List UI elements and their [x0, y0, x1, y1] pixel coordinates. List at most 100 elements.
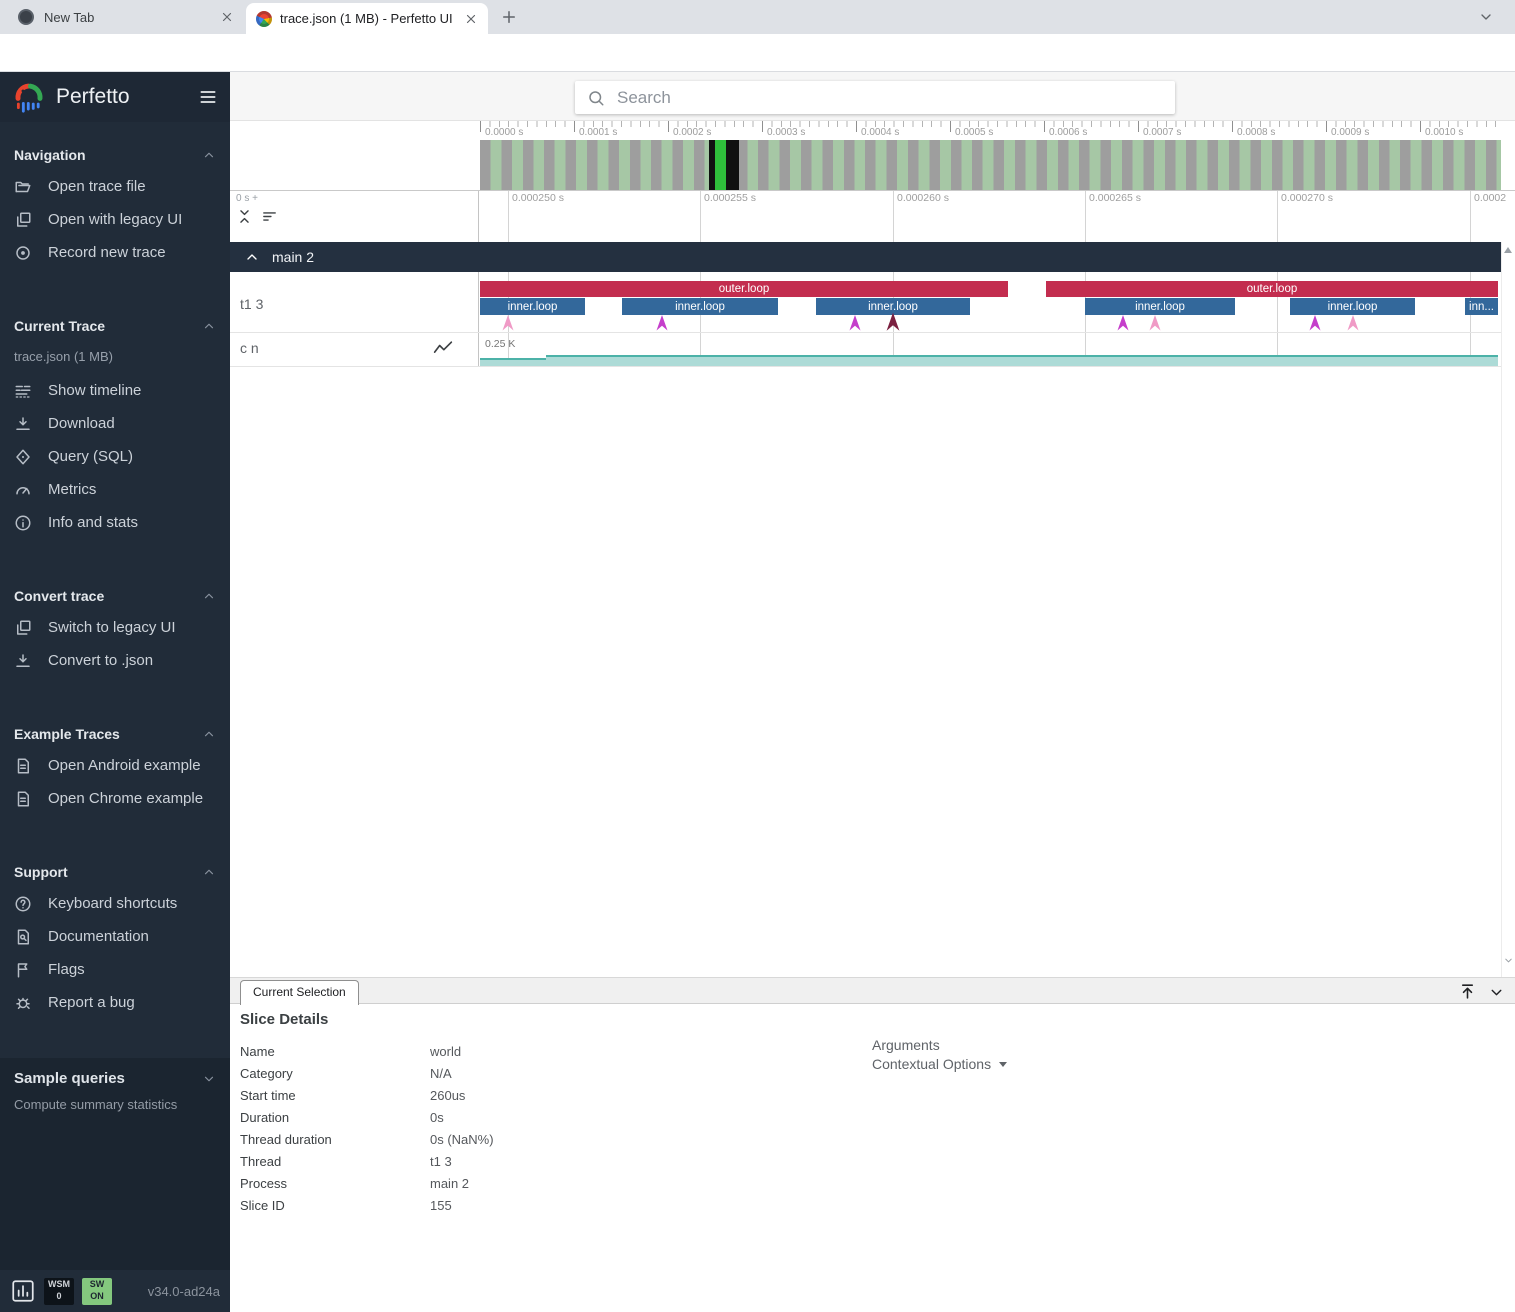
vertical-scrollbar[interactable]: [1501, 242, 1515, 977]
row-label: Thread duration: [240, 1132, 430, 1147]
collapse-group-icon[interactable]: [244, 249, 260, 265]
sidebar-item-convert-to-json[interactable]: Convert to .json: [0, 644, 230, 677]
sidebar-item-keyboard-shortcuts[interactable]: Keyboard shortcuts: [0, 887, 230, 920]
close-tab-icon[interactable]: [464, 12, 478, 26]
slice-outer-loop[interactable]: outer.loop: [480, 281, 1008, 297]
badge-label: SW: [90, 1279, 105, 1291]
counter-chart-icon: [433, 340, 453, 356]
item-label: Download: [48, 415, 115, 432]
instant-marker[interactable]: [1309, 315, 1321, 331]
time-label: 0.000270 s: [1281, 192, 1333, 204]
badge-value: 0: [56, 1291, 61, 1303]
section-title: Example Traces: [14, 726, 120, 742]
thread-track-label[interactable]: t1 3: [240, 296, 263, 312]
slice-inner-loop[interactable]: inner.loop: [1290, 298, 1415, 315]
section-title: Sample queries: [14, 1070, 125, 1087]
slice-inner-loop[interactable]: inner.loop: [622, 298, 778, 315]
tab-current-selection[interactable]: Current Selection: [240, 980, 359, 1005]
search-box[interactable]: [575, 81, 1175, 114]
overview-label: 0.0004 s: [861, 127, 899, 138]
overview-label: 0.0006 s: [1049, 127, 1087, 138]
sidebar-item-switch-legacy-ui[interactable]: Switch to legacy UI: [0, 611, 230, 644]
item-label: Query (SQL): [48, 448, 133, 465]
instant-marker[interactable]: [502, 315, 514, 331]
time-label: 0.000265 s: [1089, 192, 1141, 204]
slice-inner-loop[interactable]: inn...: [1465, 298, 1498, 315]
sidebar-item-show-timeline[interactable]: Show timeline: [0, 374, 230, 407]
item-label: Flags: [48, 961, 85, 978]
scroll-up-icon[interactable]: [1504, 247, 1512, 253]
contextual-options-dropdown[interactable]: Contextual Options: [872, 1056, 1007, 1072]
sidebar-item-record-new-trace[interactable]: Record new trace: [0, 236, 230, 269]
badge-value: ON: [90, 1291, 104, 1303]
overview-label: 0.0007 s: [1143, 127, 1181, 138]
tab-title: trace.json (1 MB) - Perfetto UI: [280, 11, 464, 26]
sidebar-item-metrics[interactable]: Metrics: [0, 473, 230, 506]
sidebar-item-open-chrome-example[interactable]: Open Chrome example: [0, 782, 230, 815]
section-convert-trace[interactable]: Convert trace: [0, 581, 230, 611]
viewport-selection[interactable]: [715, 140, 726, 190]
tab-new-tab[interactable]: New Tab: [8, 0, 244, 34]
instant-marker-selected[interactable]: [886, 312, 900, 332]
new-tab-button[interactable]: [500, 8, 518, 26]
instant-marker[interactable]: [849, 315, 861, 331]
sidebar-item-open-legacy-ui[interactable]: Open with legacy UI: [0, 203, 230, 236]
row-label: Slice ID: [240, 1198, 430, 1213]
query-icon: [14, 448, 32, 466]
scroll-down-icon[interactable]: [1503, 955, 1514, 966]
section-current-trace[interactable]: Current Trace: [0, 311, 230, 341]
overview-tick: [1138, 121, 1139, 132]
overview-tick: [1044, 121, 1045, 132]
viewport-edge[interactable]: [726, 140, 739, 190]
slice-outer-loop[interactable]: outer.loop: [1046, 281, 1498, 297]
overview-tick: [668, 121, 669, 132]
process-group-header[interactable]: main 2: [230, 242, 1501, 272]
slice-inner-loop[interactable]: inner.loop: [480, 298, 585, 315]
slice-details-table: Nameworld CategoryN/A Start time260us Du…: [240, 1040, 494, 1216]
item-label: Open Android example: [48, 757, 201, 774]
overview-tick: [1232, 121, 1233, 132]
item-label: Info and stats: [48, 514, 138, 531]
instant-marker[interactable]: [1117, 315, 1129, 331]
hamburger-menu-icon[interactable]: [198, 87, 218, 107]
section-example-traces[interactable]: Example Traces: [0, 719, 230, 749]
tab-perfetto[interactable]: trace.json (1 MB) - Perfetto UI: [246, 3, 488, 34]
sidebar-item-query-sql[interactable]: Query (SQL): [0, 440, 230, 473]
time-gridline: [1085, 191, 1086, 366]
badge-label: WSM: [48, 1279, 70, 1291]
collapse-panel-icon[interactable]: [1488, 984, 1505, 1001]
bar-chart-icon[interactable]: [10, 1278, 36, 1304]
counter-track-label[interactable]: c n: [240, 340, 259, 356]
sidebar-item-open-trace-file[interactable]: Open trace file: [0, 170, 230, 203]
trace-minimap[interactable]: [480, 140, 1501, 190]
perfetto-favicon: [256, 11, 272, 27]
sidebar-item-flags[interactable]: Flags: [0, 953, 230, 986]
sw-badge[interactable]: SW ON: [82, 1278, 112, 1305]
arguments-title: Arguments: [872, 1037, 940, 1053]
expand-panel-icon[interactable]: [1458, 982, 1477, 1001]
sidebar-item-report-a-bug[interactable]: Report a bug: [0, 986, 230, 1019]
sort-tracks-icon[interactable]: [261, 208, 278, 225]
section-support[interactable]: Support: [0, 857, 230, 887]
overview-label: 0.0010 s: [1425, 127, 1463, 138]
search-input[interactable]: [617, 88, 1175, 108]
counter-area[interactable]: [546, 355, 1498, 366]
instant-marker[interactable]: [1347, 315, 1359, 331]
sidebar-item-info-and-stats[interactable]: Info and stats: [0, 506, 230, 539]
instant-marker[interactable]: [1149, 315, 1161, 331]
sample-query-item[interactable]: Compute summary statistics: [14, 1097, 216, 1112]
close-tab-icon[interactable]: [220, 10, 234, 24]
item-label: Convert to .json: [48, 652, 153, 669]
slice-inner-loop[interactable]: inner.loop: [1085, 298, 1235, 315]
section-sample-queries[interactable]: Sample queries: [14, 1070, 216, 1087]
row-label: Category: [240, 1066, 430, 1081]
sidebar-item-download[interactable]: Download: [0, 407, 230, 440]
sidebar-item-open-android-example[interactable]: Open Android example: [0, 749, 230, 782]
instant-marker[interactable]: [656, 315, 668, 331]
tab-list-chevron-icon[interactable]: [1478, 9, 1494, 25]
sidebar-item-documentation[interactable]: Documentation: [0, 920, 230, 953]
collapse-tracks-icon[interactable]: [236, 208, 253, 225]
counter-area[interactable]: [480, 358, 546, 366]
section-navigation[interactable]: Navigation: [0, 140, 230, 170]
wsm-badge[interactable]: WSM 0: [44, 1278, 74, 1305]
